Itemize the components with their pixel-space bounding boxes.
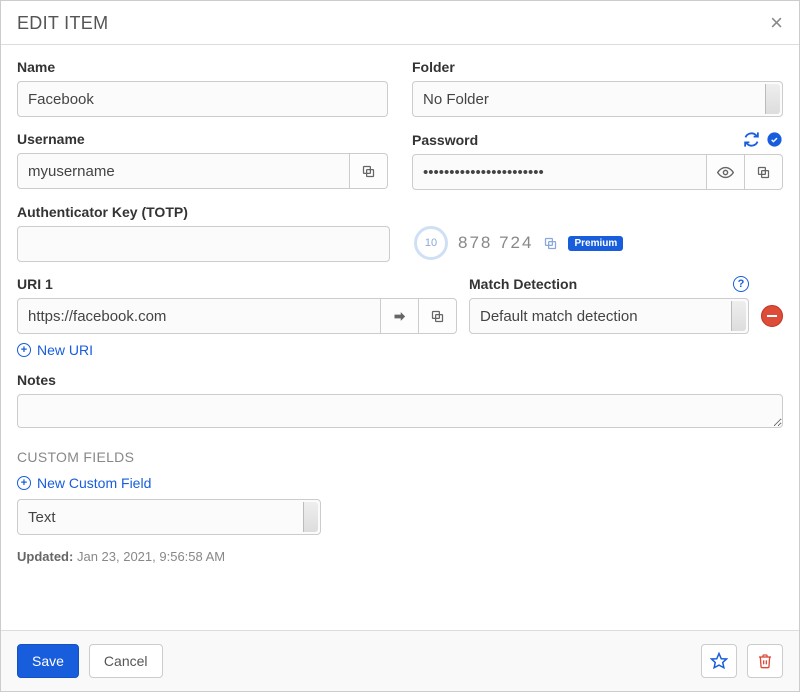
plus-circle-icon: + [17,343,31,357]
close-button[interactable]: × [770,12,783,34]
copy-uri-button[interactable] [419,298,457,334]
match-detection-help[interactable]: ? [733,276,749,292]
delete-button[interactable] [747,644,783,678]
plus-circle-icon: + [17,476,31,490]
name-input[interactable] [17,81,388,117]
new-custom-field-button[interactable]: + New Custom Field [17,475,151,491]
totp-code: 878 724 [458,233,533,253]
modal-title: EDIT ITEM [17,13,108,34]
eye-icon [717,164,734,181]
copy-icon [756,165,771,180]
custom-field-type-select[interactable]: Text [17,499,321,535]
save-button[interactable]: Save [17,644,79,678]
match-detection-label: Match Detection [469,276,577,292]
totp-input[interactable] [17,226,390,262]
modal-footer: Save Cancel [1,630,799,691]
folder-select[interactable]: No Folder [412,81,783,117]
custom-fields-heading: CUSTOM FIELDS [17,449,783,465]
copy-password-button[interactable] [745,154,783,190]
new-uri-button[interactable]: + New URI [17,342,93,358]
minus-icon [767,315,777,317]
check-password-button[interactable] [766,131,783,148]
launch-icon [392,309,407,324]
password-label: Password [412,132,478,148]
username-label: Username [17,131,388,147]
remove-uri-button[interactable] [761,305,783,327]
updated-timestamp: Updated: Jan 23, 2021, 9:56:58 AM [17,549,783,564]
trash-icon [757,653,773,669]
favorite-button[interactable] [701,644,737,678]
copy-totp-button[interactable] [543,236,558,251]
notes-textarea[interactable] [17,394,783,428]
copy-icon [543,236,558,251]
modal-body: Name Folder No Folder Username [1,45,799,630]
refresh-icon [743,131,760,148]
star-icon [710,652,728,670]
copy-username-button[interactable] [350,153,388,189]
copy-icon [430,309,445,324]
match-detection-select[interactable]: Default match detection [469,298,749,334]
toggle-password-button[interactable] [707,154,745,190]
modal-header: EDIT ITEM × [1,1,799,45]
cancel-button[interactable]: Cancel [89,644,163,678]
uri1-label: URI 1 [17,276,457,292]
launch-uri-button[interactable] [381,298,419,334]
password-input[interactable] [412,154,707,190]
name-label: Name [17,59,388,75]
generate-password-button[interactable] [743,131,760,148]
copy-icon [361,164,376,179]
username-input[interactable] [17,153,350,189]
uri1-input[interactable] [17,298,381,334]
check-circle-icon [766,131,783,148]
notes-label: Notes [17,372,783,388]
folder-label: Folder [412,59,783,75]
totp-countdown: 10 [414,226,448,260]
totp-label: Authenticator Key (TOTP) [17,204,390,220]
premium-badge: Premium [568,236,623,251]
edit-item-modal: EDIT ITEM × Name Folder No Folder Userna… [0,0,800,692]
